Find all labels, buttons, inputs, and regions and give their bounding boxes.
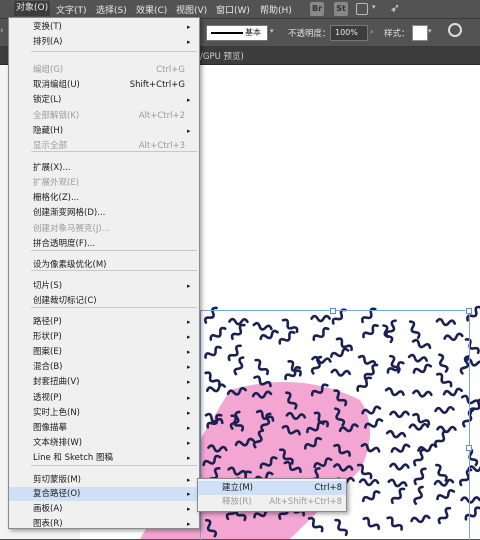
menu-item-label: 锁定(L) — [33, 95, 62, 105]
submenu-arrow-icon: ▸ — [187, 394, 191, 402]
object-menu-item: 显示全部 Alt+Ctrl+3 — [9, 139, 199, 153]
menu-item-shortcut: Alt+Shift+Ctrl+8 — [269, 497, 342, 507]
submenu-arrow-icon: ▸ — [187, 282, 191, 290]
object-menu-item[interactable]: Line 和 Sketch 图稿 ▸ — [9, 451, 199, 465]
compound-path-submenu: 建立(M) Ctrl+8 释放(R) Alt+Shift+Ctrl+8 — [197, 478, 347, 512]
menu-item-shortcut: Ctrl+8 — [314, 483, 342, 493]
object-menu-item[interactable]: 混合(B) ▸ — [9, 360, 199, 374]
menu-separator — [31, 51, 197, 52]
compound-make-item[interactable]: 建立(M) Ctrl+8 — [198, 481, 346, 495]
menu-item-label: 图表(R) — [33, 519, 63, 529]
submenu-arrow-icon: ▸ — [187, 38, 191, 46]
selection-handle-top-right[interactable] — [466, 308, 472, 314]
object-menu-item: 扩展外观(E) — [9, 176, 199, 190]
object-menu-item[interactable]: 拼合透明度(F)... — [9, 237, 199, 251]
object-menu-item[interactable]: 图案(E) ▸ — [9, 345, 199, 359]
object-menu-item[interactable]: 封套扭曲(V) ▸ — [9, 375, 199, 389]
object-menu-item[interactable]: 设为像素级优化(M) — [9, 258, 199, 272]
object-menu-item: 创建对象马赛克(J)... — [9, 222, 199, 236]
menu-item-label: 实时上色(N) — [33, 408, 80, 418]
compound-release-item: 释放(R) Alt+Shift+Ctrl+8 — [198, 495, 346, 509]
submenu-arrow-icon: ▸ — [187, 348, 191, 356]
object-menu-item[interactable]: 形状(P) ▸ — [9, 330, 199, 344]
menu-item-label: 图像描摹 — [33, 423, 68, 433]
object-menu-item[interactable]: 剪切蒙版(M) ▸ — [9, 473, 199, 487]
submenu-arrow-icon: ▸ — [187, 490, 191, 498]
menu-item-label: 画板(A) — [33, 504, 63, 514]
submenu-arrow-icon: ▸ — [187, 439, 191, 447]
menu-item-label: 排列(A) — [33, 37, 63, 47]
menu-item-label: 封套扭曲(V) — [33, 377, 80, 387]
submenu-arrow-icon: ▸ — [187, 505, 191, 513]
submenu-arrow-icon: ▸ — [187, 127, 191, 135]
object-menu-item[interactable]: 路径(P) ▸ — [9, 315, 199, 329]
submenu-arrow-icon: ▸ — [187, 424, 191, 432]
menu-item-label: 扩展外观(E) — [33, 178, 80, 188]
object-menu-item: 编组(G) Ctrl+G — [9, 63, 199, 77]
submenu-arrow-icon: ▸ — [187, 409, 191, 417]
menu-separator — [31, 465, 197, 466]
object-menu-item[interactable]: 切片(S) ▸ — [9, 279, 199, 293]
object-menu-item[interactable]: 扩展(X)... — [9, 161, 199, 175]
menu-item-label: 拼合透明度(F)... — [33, 239, 96, 249]
submenu-arrow-icon: ▸ — [187, 318, 191, 326]
selection-handle-right[interactable] — [466, 445, 472, 451]
menu-item-shortcut: Alt+Ctrl+3 — [138, 141, 185, 151]
menu-item-label: 栅格化(Z)... — [33, 193, 80, 203]
menu-item-shortcut: Ctrl+G — [156, 65, 185, 75]
menu-item-label: 图案(E) — [33, 347, 63, 357]
selection-handle-top[interactable] — [330, 308, 336, 314]
object-menu-item[interactable]: 实时上色(N) ▸ — [9, 406, 199, 420]
menu-item-label: 创建对象马赛克(J)... — [33, 224, 110, 234]
submenu-arrow-icon: ▸ — [187, 454, 191, 462]
object-menu-item: 全部解锁(K) Alt+Ctrl+2 — [9, 109, 199, 123]
menu-item-label: 路径(P) — [33, 317, 62, 327]
submenu-arrow-icon: ▸ — [187, 23, 191, 31]
menu-item-shortcut: Alt+Ctrl+2 — [138, 111, 185, 121]
menu-item-label: 创建裁切标记(C) — [33, 296, 97, 306]
menu-item-label: 透视(P) — [33, 393, 62, 403]
menu-item-label: 释放(R) — [222, 497, 252, 507]
object-menu-item[interactable]: 变换(T) ▸ — [9, 20, 199, 34]
submenu-arrow-icon: ▸ — [187, 378, 191, 386]
submenu-arrow-icon: ▸ — [187, 476, 191, 484]
object-menu-item[interactable]: 栅格化(Z)... — [9, 191, 199, 205]
object-menu-item[interactable]: 排列(A) ▸ — [9, 35, 199, 49]
menu-item-label: 变换(T) — [33, 22, 62, 32]
object-menu-item[interactable]: 文本绕排(W) ▸ — [9, 436, 199, 450]
object-menu: 变换(T) ▸ 排列(A) ▸ 编组(G) Ctrl+G 取消编组(U) Shift+Ctrl… — [8, 17, 200, 529]
menu-item-label: 创建渐变网格(D)... — [33, 208, 106, 218]
menu-item-label: 文本绕排(W) — [33, 438, 83, 448]
menu-item-label: 复合路径(O) — [33, 489, 81, 499]
menu-item-label: 扩展(X)... — [33, 163, 71, 173]
menu-item-shortcut: Shift+Ctrl+G — [129, 80, 185, 90]
menu-item-label: 设为像素级优化(M) — [33, 260, 107, 270]
menu-item-label: Line 和 Sketch 图稿 — [33, 453, 113, 463]
submenu-arrow-icon: ▸ — [187, 96, 191, 104]
object-menu-item[interactable]: 锁定(L) ▸ — [9, 93, 199, 107]
menu-item-label: 形状(P) — [33, 332, 62, 342]
menu-item-label: 建立(M) — [222, 483, 253, 493]
menu-item-label: 混合(B) — [33, 362, 63, 372]
object-menu-item[interactable]: 透视(P) ▸ — [9, 391, 199, 405]
menu-item-label: 编组(G) — [33, 65, 64, 75]
object-menu-item[interactable]: 画板(A) ▸ — [9, 502, 199, 516]
menu-item-label: 剪切蒙版(M) — [33, 475, 81, 485]
object-menu-item[interactable]: 创建裁切标记(C) — [9, 294, 199, 308]
submenu-arrow-icon: ▸ — [187, 363, 191, 371]
menu-item-label: 显示全部 — [33, 141, 68, 151]
menu-item-label: 切片(S) — [33, 281, 63, 291]
menu-item-label: 隐藏(H) — [33, 126, 64, 136]
object-menu-item[interactable]: 创建渐变网格(D)... — [9, 206, 199, 220]
menu-item-label: 取消编组(U) — [33, 80, 80, 90]
object-menu-item[interactable]: 图像描摹 ▸ — [9, 421, 199, 435]
submenu-arrow-icon: ▸ — [187, 333, 191, 341]
object-menu-item[interactable]: 隐藏(H) ▸ — [9, 124, 199, 138]
submenu-arrow-icon: ▸ — [187, 520, 191, 528]
menu-item-label: 全部解锁(K) — [33, 111, 80, 121]
object-menu-item[interactable]: 复合路径(O) ▸ — [9, 487, 199, 501]
object-menu-item[interactable]: 图表(R) ▸ — [9, 517, 199, 531]
object-menu-item[interactable]: 取消编组(U) Shift+Ctrl+G — [9, 78, 199, 92]
